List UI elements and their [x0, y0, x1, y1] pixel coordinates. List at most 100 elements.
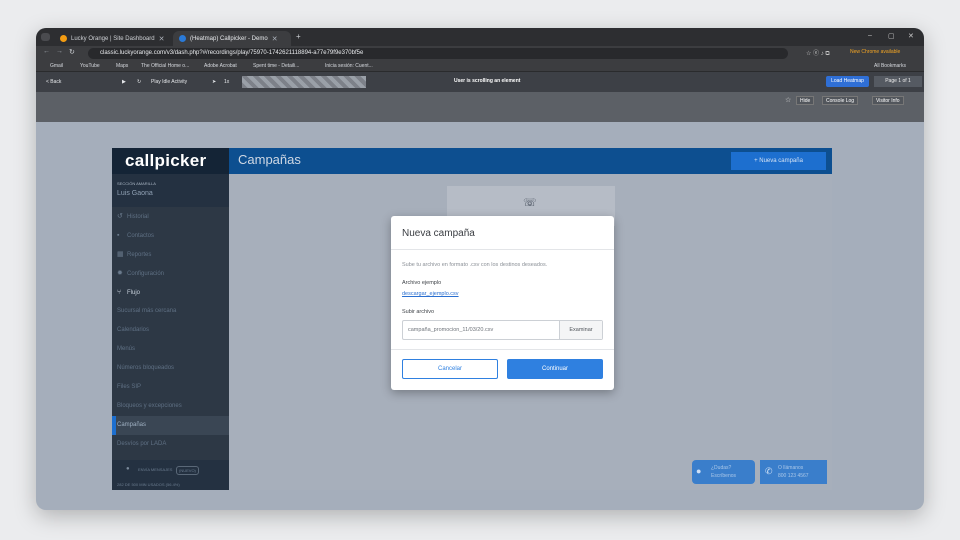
sidebar-item-flujo[interactable]: ⑂ Flujo [112, 283, 229, 302]
app-header: callpicker Campañas + Nueva campaña [112, 148, 832, 174]
user-name: Luis Gaona [117, 190, 153, 197]
call-text: O llámanos [778, 465, 804, 471]
new-campaign-button[interactable]: + Nueva campaña [731, 152, 826, 170]
player-toolbar: < Back ▶ ↻ Play Idle Activity ➤ 1x User … [36, 72, 924, 92]
address-bar-row: ← → ↻ classic.luckyorange.com/v3/dash.ph… [36, 46, 924, 60]
sidebar-item-files-sip[interactable]: Files SIP [112, 378, 229, 397]
contacts-icon: ▪ [117, 232, 120, 239]
new-chrome-badge[interactable]: New Chrome available [850, 49, 900, 55]
sidebar-item-contactos[interactable]: ▪ Contactos [112, 226, 229, 245]
call-subtext: 800 123 4567 [778, 473, 809, 479]
recording-player: < Back ▶ ↻ Play Idle Activity ➤ 1x User … [36, 72, 924, 122]
bookmark-item[interactable]: Gmail [50, 63, 63, 69]
upload-hint: Sube tu archivo en formato .csv con los … [402, 262, 548, 268]
sidebar-item-reportes[interactable]: ▦ Reportes [112, 245, 229, 264]
user-section: SECCIÓN AMARILLA [117, 181, 156, 186]
example-download-link[interactable]: descargar_ejemplo.csv [402, 291, 459, 297]
tab-label: Lucky Orange | Site Dashboard [71, 35, 155, 42]
page-select[interactable]: Page 1 of 1 [874, 76, 922, 87]
flow-icon: ⑂ [117, 289, 122, 296]
bookmark-item[interactable]: Adobe Acrobat [204, 63, 237, 69]
phone-icon: ✆ [765, 466, 773, 476]
sidebar-item-campanas[interactable]: Campañas [112, 416, 229, 435]
footer-messages[interactable]: ENVÍA MENSAJES [138, 467, 172, 472]
sidebar-item-calendarios[interactable]: Calendarios [112, 321, 229, 340]
divider [391, 249, 614, 250]
gear-icon: ✹ [117, 270, 123, 277]
page-title: Campañas [238, 152, 301, 167]
hide-button[interactable]: Hide [796, 96, 815, 105]
close-icon[interactable]: ✕ [159, 35, 165, 43]
tab-strip: Lucky Orange | Site Dashboard ✕ (Heatmap… [36, 28, 924, 46]
tab-label: (Heatmap) Callpicker - Demo [190, 35, 268, 42]
sidebar-item-desvios[interactable]: Desvíos por LADA [112, 435, 229, 454]
cancel-button[interactable]: Cancelar [402, 359, 498, 379]
back-button[interactable]: < Back [46, 79, 61, 85]
footer-usage: 282 DE 500 MIN USADOS (56.4%) [117, 482, 180, 487]
progress-stripe [242, 76, 366, 88]
sidebar-item-menus[interactable]: Menús [112, 340, 229, 359]
load-heatmap-button[interactable]: Load Heatmap [826, 76, 869, 87]
all-bookmarks[interactable]: All Bookmarks [874, 63, 906, 69]
help-subtext: Escríbenos [711, 473, 737, 479]
upload-label: Subir archivo [402, 309, 435, 315]
sidebar-item-label: Reportes [127, 252, 152, 258]
star-icon[interactable]: ☆ [785, 96, 791, 104]
help-text: ¿Dudas? [711, 465, 732, 471]
console-log-button[interactable]: Console Log [822, 96, 859, 105]
bookmark-item[interactable]: The Official Home o... [141, 63, 189, 69]
browse-button[interactable]: Examinar [559, 321, 602, 339]
history-icon: ↺ [117, 213, 123, 220]
url-input[interactable]: classic.luckyorange.com/v3/dash.php?#/re… [88, 48, 788, 59]
new-badge: (NUEVO) [176, 466, 199, 475]
callpicker-logo[interactable]: callpicker [112, 148, 229, 174]
restart-icon[interactable]: ↻ [137, 79, 141, 85]
maximize-icon[interactable]: ▢ [888, 32, 895, 40]
modal-title: Nueva campaña [402, 228, 475, 239]
cursor-icon[interactable]: ➤ [212, 79, 216, 85]
extensions-icon[interactable]: ☆ ⓔ ♪ ⧉ [806, 48, 830, 58]
new-tab-button[interactable]: + [296, 32, 301, 41]
sidebar-item-numeros-bloqueados[interactable]: Números bloqueados [112, 359, 229, 378]
tab-callpicker[interactable]: (Heatmap) Callpicker - Demo ✕ [173, 31, 291, 46]
close-window-icon[interactable]: ✕ [908, 32, 914, 40]
sidebar-item-historial[interactable]: ↺ Historial [112, 207, 229, 226]
sidebar-item-bloqueos[interactable]: Bloqueos y excepciones [112, 397, 229, 416]
usage-footer: ● ENVÍA MENSAJES (NUEVO) 282 DE 500 MIN … [112, 460, 229, 490]
visitor-info-button[interactable]: Visitor Info [872, 96, 904, 105]
back-arrow-icon[interactable]: ← [43, 48, 50, 55]
play-icon[interactable]: ▶ [122, 79, 126, 85]
sidebar-item-label: Contactos [127, 233, 155, 239]
bookmark-item[interactable]: YouTube [80, 63, 100, 69]
speed-select[interactable]: 1x [224, 79, 229, 85]
sidebar: SECCIÓN AMARILLA Luis Gaona ↺ Historial ▪… [112, 174, 229, 490]
continue-button[interactable]: Continuar [507, 359, 603, 379]
call-us-button[interactable]: ✆ O llámanos 800 123 4567 [760, 460, 827, 484]
bookmark-item[interactable]: Spent time - Detaili... [253, 63, 299, 69]
sidebar-item-configuracion[interactable]: ✹ Configuración [112, 264, 229, 283]
reload-icon[interactable]: ↻ [69, 48, 75, 56]
tab-search-icon[interactable] [41, 33, 50, 41]
minimize-icon[interactable]: – [868, 32, 872, 39]
play-idle-button[interactable]: Play Idle Activity [151, 79, 187, 85]
bookmark-item[interactable]: Maps [116, 63, 128, 69]
new-campaign-modal: Nueva campaña Sube tu archivo en formato… [391, 216, 614, 390]
sidebar-item-label: Historial [127, 214, 149, 220]
sidebar-item-sucursal[interactable]: Sucursal más cercana [112, 302, 229, 321]
lucky-orange-favicon-icon [60, 35, 67, 42]
file-upload-field[interactable]: campaña_promocion_11/03/20.csv Examinar [402, 320, 603, 340]
bookmarks-bar: Gmail YouTube Maps The Official Home o..… [36, 60, 924, 72]
file-name: campaña_promocion_11/03/20.csv [408, 327, 494, 333]
activity-status: User is scrolling an element [454, 78, 521, 84]
divider [391, 349, 614, 350]
chart-icon: ▦ [117, 251, 124, 258]
tab-lucky-orange[interactable]: Lucky Orange | Site Dashboard ✕ [54, 31, 172, 46]
bookmark-item[interactable]: Inicia sesión: Cuent... [325, 63, 373, 69]
close-icon[interactable]: ✕ [272, 35, 278, 43]
chat-icon: ● [126, 466, 130, 472]
help-chat-button[interactable]: ● ¿Dudas? Escríbenos [692, 460, 755, 484]
chat-bubble-icon: ● [696, 466, 702, 476]
forward-arrow-icon[interactable]: → [56, 48, 63, 55]
callpicker-favicon-icon [179, 35, 186, 42]
user-panel[interactable]: SECCIÓN AMARILLA Luis Gaona [112, 174, 229, 207]
